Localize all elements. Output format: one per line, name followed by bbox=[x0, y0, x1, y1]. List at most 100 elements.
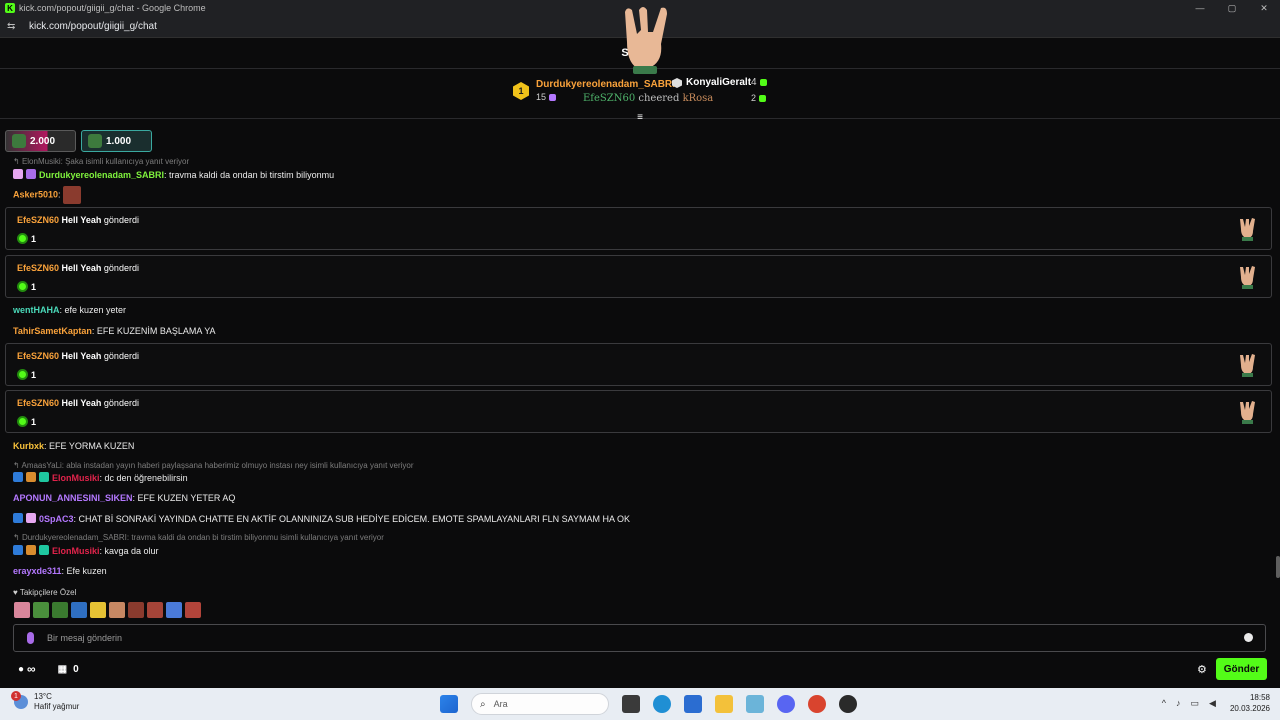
message-username[interactable]: erayxde311 bbox=[13, 566, 62, 576]
taskbar-search[interactable]: ⌕ Ara bbox=[471, 693, 609, 715]
taskbar-apps: ⌕ Ara bbox=[440, 693, 870, 715]
volume-icon[interactable]: ◀ bbox=[1209, 698, 1216, 709]
message-username[interactable]: Durdukyereolenadam_SABRI bbox=[39, 170, 164, 180]
weather-temp: 13°C bbox=[34, 692, 52, 701]
search-icon: ⌕ bbox=[480, 698, 486, 710]
chat-scrollbar[interactable] bbox=[1276, 556, 1280, 578]
gift-sender[interactable]: EfeSZN60 bbox=[17, 351, 59, 361]
sub-badge-icon bbox=[39, 472, 49, 482]
gift-icon bbox=[12, 134, 26, 148]
leader-second-count-bottom: 2 bbox=[751, 93, 767, 103]
message-username[interactable]: Kurbxk bbox=[13, 441, 44, 451]
message-text: : travma kaldi da ondan bi tirstim biliy… bbox=[164, 170, 335, 180]
file-explorer-icon[interactable] bbox=[715, 695, 733, 713]
message-text: : efe kuzen yeter bbox=[59, 305, 127, 315]
emote-4-icon[interactable] bbox=[71, 602, 87, 618]
gift-count: 1 bbox=[31, 416, 37, 427]
window-controls: — ▢ ✕ bbox=[1184, 0, 1280, 16]
emote-6-icon[interactable] bbox=[109, 602, 125, 618]
message-username[interactable]: ElonMusiki bbox=[52, 473, 100, 483]
maximize-button[interactable]: ▢ bbox=[1216, 0, 1248, 16]
chrome-icon[interactable] bbox=[808, 695, 826, 713]
pinned-gift-2[interactable]: 1.000 bbox=[81, 130, 152, 152]
verified-badge-icon bbox=[13, 513, 23, 523]
url-text[interactable]: kick.com/popout/giigii_g/chat bbox=[29, 21, 157, 32]
message-text: : EFE YORMA KUZEN bbox=[44, 441, 135, 451]
show-hidden-icons-icon[interactable]: ^ bbox=[1162, 698, 1166, 708]
gift-verb: gönderdi bbox=[103, 215, 139, 225]
weather-widget[interactable]: 1 13°C Hafif yağmur bbox=[11, 691, 80, 712]
discord-icon[interactable] bbox=[777, 695, 795, 713]
reply-text: Durdukyereolenadam_SABRI: travma kaldi d… bbox=[21, 533, 384, 542]
kick-coin-icon bbox=[17, 416, 28, 427]
message-input[interactable] bbox=[47, 630, 1227, 646]
verified-badge-icon bbox=[13, 545, 23, 555]
message-username[interactable]: ElonMusiki bbox=[52, 546, 100, 556]
gift-icon bbox=[88, 134, 102, 148]
message-username[interactable]: APONUN_ANNESINI_SIKEN bbox=[13, 493, 133, 503]
task-view-icon[interactable] bbox=[622, 695, 640, 713]
network-icon[interactable]: ▭ bbox=[1191, 698, 1200, 709]
chat-message: ElonMusiki: kavga da olur bbox=[13, 545, 159, 556]
message-text: : EFE KUZENİM BAŞLAMA YA bbox=[91, 326, 216, 336]
message-username[interactable]: Asker5010 bbox=[13, 189, 58, 199]
store-app-icon[interactable] bbox=[684, 695, 702, 713]
gift-count: 1 bbox=[31, 233, 37, 244]
gift-card-title: EfeSZN60 Hell Yeah gönderdi bbox=[17, 398, 139, 408]
message-text: : bbox=[58, 189, 61, 200]
emote-8-icon[interactable] bbox=[147, 602, 163, 618]
gift-name: Hell Yeah bbox=[61, 351, 102, 361]
butterfly-badge-icon bbox=[26, 545, 36, 555]
emote-7-icon[interactable] bbox=[128, 602, 144, 618]
gift-card-count: 1 bbox=[17, 233, 36, 244]
minimize-button[interactable]: — bbox=[1184, 0, 1216, 16]
message-username[interactable]: TahirSametKaptan bbox=[13, 326, 92, 336]
gift-card: EfeSZN60 Hell Yeah gönderdi 1 bbox=[5, 343, 1272, 386]
microphone-icon[interactable] bbox=[27, 632, 34, 644]
cheer-target: kRosa bbox=[682, 93, 714, 104]
message-text: : kavga da olur bbox=[99, 546, 159, 556]
clock[interactable]: 18:58 20.03.2026 bbox=[1230, 692, 1270, 714]
pinned-gift-1[interactable]: 2.000 bbox=[5, 130, 76, 152]
chat-message: Asker5010: bbox=[13, 186, 82, 204]
cheer-banner: EfeSZN60 cheered kRosa bbox=[583, 93, 713, 104]
message-username[interactable]: 0SpAC3 bbox=[39, 514, 74, 524]
expand-leaderboard-icon[interactable]: ≡ bbox=[634, 113, 646, 123]
microphone-tray-icon[interactable]: ♪ bbox=[1176, 698, 1181, 708]
kick-coin-icon bbox=[17, 233, 28, 244]
close-button[interactable]: ✕ bbox=[1248, 0, 1280, 16]
edge-icon[interactable] bbox=[653, 695, 671, 713]
rock-hand-emote-icon bbox=[1240, 354, 1255, 377]
weather-desc: Hafif yağmur bbox=[34, 702, 80, 711]
chat-message: Kurbxk: EFE YORMA KUZEN bbox=[13, 441, 134, 451]
gift-sender[interactable]: EfeSZN60 bbox=[17, 398, 59, 408]
kick-coin-icon bbox=[17, 369, 28, 380]
reply-context: ↰ AmaasYaLi: abla instadan yayın haberi … bbox=[13, 461, 414, 470]
clock-time: 18:58 bbox=[1249, 693, 1270, 702]
start-button-icon[interactable] bbox=[440, 695, 458, 713]
message-username[interactable]: wentHAHA bbox=[13, 305, 60, 315]
store-icon[interactable]: ▦ bbox=[58, 664, 67, 675]
message-input-box[interactable] bbox=[13, 624, 1266, 652]
emote-2-icon[interactable] bbox=[33, 602, 49, 618]
gift-sender[interactable]: EfeSZN60 bbox=[17, 215, 59, 225]
emote-10-icon[interactable] bbox=[185, 602, 201, 618]
emote-9-icon[interactable] bbox=[166, 602, 182, 618]
emote-1-icon[interactable] bbox=[14, 602, 30, 618]
channel-points-icon[interactable]: ● bbox=[18, 664, 24, 675]
settings-app-icon[interactable] bbox=[746, 695, 764, 713]
emote-5-icon[interactable] bbox=[90, 602, 106, 618]
message-text: : Efe kuzen bbox=[61, 566, 107, 576]
kick-coin-icon bbox=[759, 78, 767, 86]
send-button[interactable]: Gönder bbox=[1216, 658, 1267, 680]
chat-settings-gear-icon[interactable]: ⚙ bbox=[1197, 663, 1207, 676]
obs-icon[interactable] bbox=[839, 695, 857, 713]
gift-sender[interactable]: EfeSZN60 bbox=[17, 263, 59, 273]
leader-second-name[interactable]: KonyaliGeralt bbox=[686, 77, 751, 88]
gift-name: Hell Yeah bbox=[61, 215, 102, 225]
emote-3-icon[interactable] bbox=[52, 602, 68, 618]
gift-card: EfeSZN60 Hell Yeah gönderdi 1 bbox=[5, 255, 1272, 298]
site-settings-icon[interactable]: ⇆ bbox=[7, 21, 23, 32]
emoji-picker-icon[interactable] bbox=[1244, 633, 1253, 642]
leader-first-name[interactable]: Durdukyereolenadam_SABRI bbox=[536, 79, 675, 90]
